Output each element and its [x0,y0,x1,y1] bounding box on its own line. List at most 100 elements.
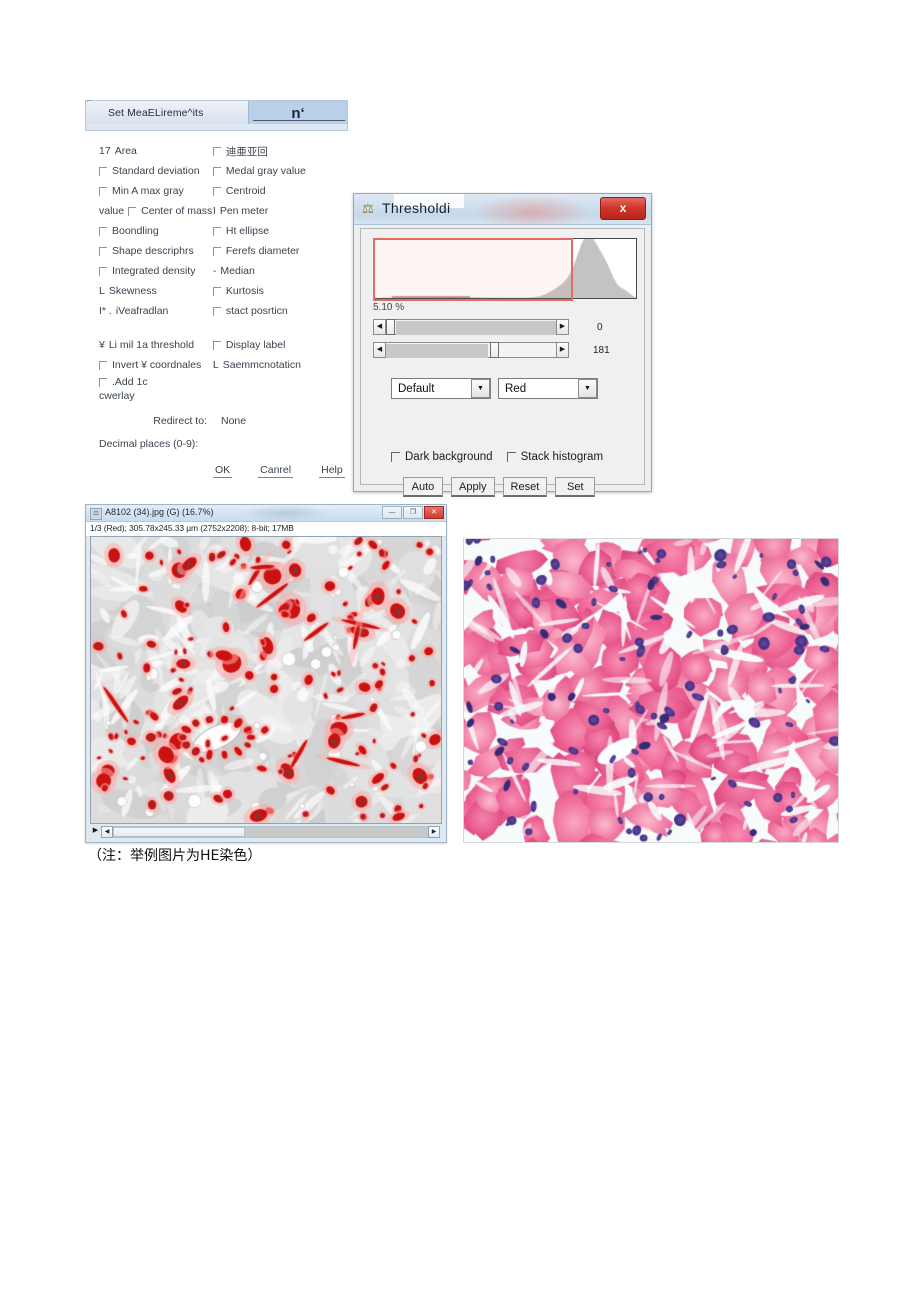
measurement-option-bounding-rectangle[interactable]: Boondling [85,225,213,237]
checkbox-icon[interactable] [212,286,221,296]
checkbox-icon[interactable] [99,186,107,196]
scroll-left-icon[interactable]: ◀ [101,825,113,838]
measurement-option-stack-position[interactable]: stact posrticn [212,305,348,317]
checkbox-icon[interactable] [391,452,400,462]
scrollbar-track[interactable] [113,825,428,838]
set-button[interactable]: Set [555,477,596,497]
measurement-option-perimeter[interactable]: I Pen meter [213,205,348,217]
scrollbar-thumb[interactable] [113,826,246,837]
measurement-row: value Center of mass I Pen meter [85,201,348,221]
stack-histogram-label: Stack histogram [520,451,604,463]
thresholded-image-viewport[interactable] [90,536,442,824]
threshold-titlebar[interactable]: ⚖ Thresholdi x [354,194,651,225]
redirect-select[interactable]: None [207,415,246,427]
chevron-down-icon[interactable]: ▼ [471,379,490,398]
checkbox-icon[interactable] [212,166,221,176]
minimize-icon[interactable]: — [382,506,402,519]
measurement-option-skewness[interactable]: L Skewness [85,285,213,297]
chevron-down-icon[interactable]: ▼ [578,379,597,398]
checkbox-icon[interactable] [99,377,107,387]
slider-thumb[interactable] [386,319,395,335]
checkbox-icon[interactable] [212,146,221,156]
measurement-option-integrated-density[interactable]: Integrated density [85,265,213,277]
option-label: Skewness [108,285,157,297]
checkbox-icon[interactable] [99,246,107,256]
slider-left-arrow-icon[interactable]: ◀ [373,342,386,358]
measurement-option-add-to-overlay[interactable]: .Add 1c [85,376,213,388]
slider-right-arrow-icon[interactable]: ▶ [556,342,569,358]
auto-button[interactable]: Auto [403,477,443,497]
measurement-option-kurtosis[interactable]: Kurtosis [212,285,348,297]
measurement-option-mean-radian[interactable]: I* . iVeafradlan [85,305,213,317]
image-info-line: 1/3 (Red); 305.78x245.33 µm (2752x2208);… [86,522,446,537]
ok-button[interactable]: OK [213,464,233,478]
measurement-option-modal-gray-value[interactable]: Medal gray value [212,165,348,177]
measurement-option-center-of-mass[interactable]: value Center of mass [85,205,213,217]
image-scrollbar[interactable]: ▶ ◀ ▶ [90,825,440,838]
measurement-option-median[interactable]: - Median [213,265,348,277]
measurement-option-fit-ellipse[interactable]: Ht ellipse [212,225,348,237]
scroll-right-icon[interactable]: ▶ [428,825,440,838]
titlebar-corner-mark: ⌐ [87,96,92,105]
checkbox-icon[interactable] [99,360,107,370]
maximize-icon[interactable]: ❐ [403,506,423,519]
he-image-canvas [464,539,838,842]
checkbox-icon[interactable] [99,226,107,236]
threshold-histogram[interactable] [373,238,637,301]
checkbox-icon[interactable] [212,226,221,236]
threshold-method-select[interactable]: Default ▼ [391,378,491,399]
option-label: 迪亜亚回 [225,145,268,158]
min-threshold-slider[interactable]: ◀ ▶ [373,319,569,335]
slider-track[interactable] [386,342,556,358]
slider-fill [386,344,488,358]
measurement-option-min-max-gray[interactable]: Min A max gray [85,185,213,197]
slider-left-arrow-icon[interactable]: ◀ [373,319,386,335]
dark-background-label: Dark background [405,451,493,463]
play-icon[interactable]: ▶ [90,825,101,838]
close-icon[interactable]: x [600,197,646,220]
checkbox-icon[interactable] [212,306,221,316]
image-window-titlebar[interactable]: ⚖ A8102 (34).jpg (G) (16.7%) — ❐ ✕ [86,505,446,522]
reset-button[interactable]: Reset [502,477,548,497]
measurement-option-shape-descriptors[interactable]: Shape descriphrs [85,245,213,257]
measurement-row: cwerlay [85,389,348,403]
dark-background-checkbox[interactable]: Dark background [391,451,493,463]
cancel-button[interactable]: Canrel [258,464,294,478]
checkbox-icon[interactable] [212,340,221,350]
measurements-title-button[interactable]: n‘ [248,101,347,124]
max-threshold-slider[interactable]: ◀ ▶ [373,342,569,358]
option-prefix: - [212,265,217,277]
slider-thumb[interactable] [490,342,499,358]
checkbox-icon[interactable] [99,166,107,176]
measurement-option-area[interactable]: 17 Area [85,145,213,157]
checkbox-icon[interactable] [212,186,221,196]
checkbox-icon[interactable] [99,266,107,276]
measurement-option-limit-to-threshold[interactable]: ¥ Li mil 1a threshold [85,339,213,351]
measurements-titlebar-strip [85,124,348,131]
measurement-option-cjk[interactable]: 迪亜亚回 [212,144,348,159]
close-icon[interactable]: ✕ [424,506,444,519]
measurement-option-feret-diameter[interactable]: Ferefs diameter [212,245,348,257]
slider-track[interactable] [386,319,556,335]
option-label: Medal gray value [225,165,306,177]
redirect-label: Redirect to: [153,415,207,427]
option-label: Shape descriphrs [112,245,194,257]
measurement-option-centroid[interactable]: Centroid [212,185,348,197]
checkbox-icon[interactable] [506,452,516,462]
checkbox-icon[interactable] [128,206,137,216]
measurement-option-standard-deviation[interactable]: Standard deviation [85,165,213,177]
checkbox-icon[interactable] [212,246,221,256]
stack-histogram-checkbox[interactable]: Stack histogram [506,451,604,463]
measurements-titlebar[interactable]: ⌐ Set MeaELireme^its n‘ [85,96,348,124]
histogram-selection-box[interactable] [373,238,573,301]
threshold-color-select[interactable]: Red ▼ [498,378,598,399]
measurements-title-button-glyph: n‘ [291,105,305,122]
slider-right-arrow-icon[interactable]: ▶ [556,319,569,335]
measurement-option-invert-y-coordinates[interactable]: Invert ¥ coordnales [85,359,213,371]
set-measurements-window: ⌐ Set MeaELireme^its n‘ 17 Area 迪亜亚回 Sta… [85,96,348,478]
measurement-option-display-label[interactable]: Display label [212,339,348,351]
measurement-option-scientific-notation[interactable]: L Saemmcnotaticn [213,359,348,371]
option-prefix: L [212,359,219,371]
apply-button[interactable]: Apply [451,477,495,497]
help-button[interactable]: Help [319,464,345,478]
